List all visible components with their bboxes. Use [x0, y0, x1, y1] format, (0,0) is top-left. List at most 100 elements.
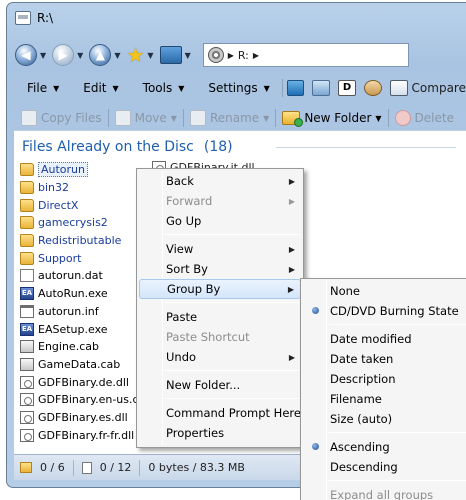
- status-divider: [72, 459, 74, 476]
- address-bar[interactable]: ▶ R: ▶: [202, 43, 409, 67]
- menu-file-label: File: [27, 81, 48, 95]
- menu-file[interactable]: File ▼: [15, 75, 71, 101]
- file-icon: [20, 269, 34, 283]
- menu-item-label: View: [166, 242, 194, 256]
- list-item[interactable]: autorun.inf: [20, 303, 150, 321]
- delete-button[interactable]: Delete: [389, 105, 460, 131]
- rename-button[interactable]: Rename ▼: [184, 105, 275, 131]
- menu-edit[interactable]: Edit ▼: [71, 75, 130, 101]
- move-button[interactable]: Move ▼: [109, 105, 183, 131]
- group-by-option[interactable]: Description: [303, 369, 466, 389]
- rename-label: Rename: [209, 111, 260, 125]
- group-by-option[interactable]: Size (auto): [303, 409, 466, 429]
- address-path[interactable]: R:: [238, 49, 249, 62]
- group-heading[interactable]: Files Already on the Disc (18): [22, 139, 233, 155]
- group-by-option[interactable]: Date modified: [303, 329, 466, 349]
- file-name: EASetup.exe: [38, 322, 108, 336]
- context-menu-item[interactable]: View ▶: [139, 239, 301, 259]
- radio-bullet-icon: [312, 443, 319, 450]
- group-by-option[interactable]: Filename: [303, 389, 466, 409]
- group-by-option[interactable]: Ascending: [303, 437, 466, 457]
- new-folder-button[interactable]: New Folder ▼: [276, 105, 387, 131]
- address-chevron-icon[interactable]: ▶: [253, 51, 259, 60]
- context-menu-item[interactable]: New Folder...: [139, 375, 301, 395]
- folder-view-icon[interactable]: [312, 80, 331, 96]
- menu-item-label: New Folder...: [166, 378, 241, 392]
- chevron-down-icon: ▼: [263, 83, 270, 93]
- file-name: Autorun: [38, 162, 89, 178]
- group-by-option[interactable]: CD/DVD Burning State: [303, 301, 466, 321]
- monitor-icon[interactable]: [286, 80, 305, 96]
- up-button[interactable]: ▲: [89, 44, 112, 66]
- chevron-down-icon: ▼: [178, 83, 185, 93]
- file-name: autorun.inf: [38, 304, 99, 318]
- forward-button[interactable]: ▶: [52, 44, 75, 66]
- compare-button[interactable]: Compare: [389, 80, 466, 96]
- context-menu-item[interactable]: Go Up: [139, 211, 301, 231]
- copy-files-button[interactable]: Copy Files: [15, 105, 108, 131]
- context-menu-item[interactable]: Sort By ▶: [139, 259, 301, 279]
- list-item[interactable]: gamecrysis2: [20, 214, 150, 232]
- menu-tools[interactable]: Tools ▼: [131, 75, 197, 101]
- file-name: AutoRun.exe: [38, 287, 108, 301]
- list-item[interactable]: GDFBinary.es.dll: [20, 409, 150, 427]
- group-by-option: Expand all groups: [303, 485, 466, 500]
- group-by-option[interactable]: None: [303, 281, 466, 301]
- dll-file-icon: [20, 410, 34, 424]
- list-item[interactable]: GDFBinary.en-us.dll: [20, 391, 150, 409]
- menu-item-label: Go Up: [166, 214, 202, 228]
- list-item[interactable]: autorun.dat: [20, 267, 150, 285]
- list-item[interactable]: bin32: [20, 179, 150, 197]
- status-folders: 0 / 6: [40, 461, 65, 474]
- submenu-arrow-icon: ▶: [288, 264, 295, 274]
- group-by-option[interactable]: Descending: [303, 457, 466, 477]
- list-item[interactable]: DirectX: [20, 196, 150, 214]
- menu-item-label: CD/DVD Burning State: [330, 304, 459, 318]
- context-menu: Back ▶ Forward ▶ Go Up View ▶ Sort By ▶ Group By ▶…: [136, 168, 304, 448]
- file-name: GDFBinary.fr-fr.dll: [38, 428, 135, 442]
- list-item[interactable]: GameData.cab: [20, 356, 150, 374]
- chevron-down-icon: ▼: [263, 113, 270, 123]
- list-item[interactable]: Redistributable: [20, 232, 150, 250]
- favorites-chevron-icon[interactable]: ▼: [147, 51, 153, 60]
- user-icon[interactable]: [363, 80, 382, 96]
- context-menu-item[interactable]: Command Prompt Here: [139, 403, 301, 423]
- list-item[interactable]: EA EASetup.exe: [20, 320, 150, 338]
- context-menu-item[interactable]: Undo ▶: [139, 347, 301, 367]
- file-name: GameData.cab: [38, 357, 121, 371]
- back-button[interactable]: ◀: [15, 44, 37, 66]
- menu-item-label: Command Prompt Here: [166, 406, 301, 420]
- menu-settings[interactable]: Settings ▼: [196, 75, 281, 101]
- computer-icon[interactable]: [159, 46, 182, 64]
- computer-chevron-icon[interactable]: ▼: [185, 51, 191, 60]
- list-item[interactable]: EA AutoRun.exe: [20, 285, 150, 303]
- context-menu-item[interactable]: Paste: [139, 307, 301, 327]
- menu-item-label: Filename: [330, 392, 382, 406]
- back-history-chevron-icon[interactable]: ▼: [40, 51, 46, 60]
- menu-item-label: Sort By: [166, 262, 208, 276]
- document-d-icon[interactable]: D: [338, 80, 356, 96]
- list-item[interactable]: GDFBinary.de.dll: [20, 373, 150, 391]
- folder-icon: [20, 251, 34, 265]
- favorites-star-icon[interactable]: ★: [126, 45, 144, 65]
- list-item[interactable]: Engine.cab: [20, 338, 150, 356]
- forward-history-chevron-icon[interactable]: ▼: [77, 51, 83, 60]
- folder-icon: [20, 216, 34, 230]
- context-menu-item[interactable]: Properties: [139, 423, 301, 443]
- list-item[interactable]: Support: [20, 249, 150, 267]
- copy-files-label: Copy Files: [41, 111, 102, 125]
- context-menu-item[interactable]: Back ▶: [139, 171, 301, 191]
- menu-separator: [165, 398, 301, 399]
- file-name: DirectX: [38, 198, 79, 212]
- chevron-down-icon: ▼: [53, 83, 60, 93]
- up-chevron-icon[interactable]: ▼: [114, 51, 120, 60]
- list-item[interactable]: Autorun: [20, 161, 150, 179]
- list-item[interactable]: GDFBinary.fr-fr.dll: [20, 426, 150, 444]
- compare-icon: [389, 80, 408, 96]
- menu-item-label: Description: [330, 372, 396, 386]
- group-by-option[interactable]: Date taken: [303, 349, 466, 369]
- folder-icon: [20, 198, 34, 212]
- dll-file-icon: [20, 428, 34, 442]
- address-separator-icon[interactable]: ▶: [228, 51, 234, 60]
- context-menu-item[interactable]: Group By ▶: [139, 279, 301, 299]
